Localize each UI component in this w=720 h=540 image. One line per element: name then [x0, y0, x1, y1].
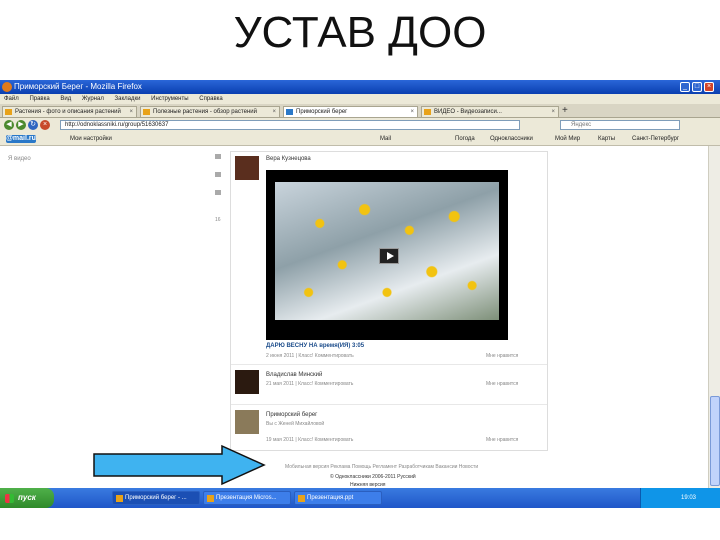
- maximize-button[interactable]: □: [692, 82, 702, 92]
- video-player[interactable]: [266, 170, 508, 340]
- tab-3[interactable]: Приморский берег ×: [283, 106, 418, 117]
- menu-bar: Файл Правка Вид Журнал Закладки Инструме…: [0, 94, 720, 104]
- post-meta: 21 мая 2011 | Класс! Комментировать: [266, 381, 354, 387]
- menu-view[interactable]: Вид: [60, 96, 71, 102]
- bookmark-item[interactable]: Mail: [380, 132, 391, 146]
- tab-label: Полезные растения - обзор растений: [153, 109, 257, 115]
- menu-edit[interactable]: Правка: [29, 96, 49, 102]
- reload-icon[interactable]: ↻: [28, 120, 38, 130]
- tab-close-icon[interactable]: ×: [272, 107, 276, 117]
- stop-icon[interactable]: ×: [40, 120, 50, 130]
- tab-2[interactable]: Полезные растения - обзор растений ×: [140, 106, 280, 117]
- tab-label: ВИДЕО - Видеозаписи...: [434, 109, 502, 115]
- feed: Вера Кузнецова ДАРЮ ВЕСНУ НА время(ИЯ) 3…: [230, 151, 548, 451]
- bookmark-item[interactable]: Карты: [598, 132, 615, 146]
- minimize-button[interactable]: _: [680, 82, 690, 92]
- start-button[interactable]: пуск: [0, 488, 54, 508]
- post-meta: 2 июня 2011 | Класс! Комментировать: [266, 353, 354, 359]
- scrollbar-thumb[interactable]: [710, 396, 720, 486]
- menu-tools[interactable]: Инструменты: [151, 96, 188, 102]
- action-icon[interactable]: [215, 154, 221, 159]
- tab-1[interactable]: Растения - фото и описания растений ×: [2, 106, 137, 117]
- close-button[interactable]: ×: [704, 82, 714, 92]
- avatar[interactable]: [235, 410, 259, 434]
- post-author[interactable]: Вера Кузнецова: [266, 156, 311, 162]
- search-input[interactable]: Яндекс: [560, 120, 680, 130]
- post-author[interactable]: Приморский берег: [266, 412, 317, 418]
- tab-favicon-icon: [424, 109, 431, 115]
- vertical-scrollbar[interactable]: [708, 146, 720, 490]
- avatar[interactable]: [235, 156, 259, 180]
- bookmark-item[interactable]: Мои настройки: [70, 132, 112, 146]
- window-title: Приморский Берег - Mozilla Firefox: [14, 82, 142, 91]
- side-count: 16: [215, 217, 221, 223]
- footer-links[interactable]: Мобильная версия Реклама Помощь Регламен…: [285, 464, 478, 470]
- firefox-icon: [2, 82, 12, 92]
- page-content: Я видео 16 Вера Кузнецова ДАРЮ ВЕСНУ НА …: [0, 146, 708, 490]
- play-icon[interactable]: [379, 248, 399, 264]
- footer-copyright: © Одноклассники 2006-2011 Русский: [330, 474, 416, 480]
- taskbar-item[interactable]: Презентация Micros...: [203, 491, 291, 505]
- menu-file[interactable]: Файл: [4, 96, 19, 102]
- menu-history[interactable]: Журнал: [82, 96, 104, 102]
- menu-help[interactable]: Справка: [199, 96, 223, 102]
- back-icon[interactable]: ◀: [4, 120, 14, 130]
- post-subtitle: Вы с Женей Михайловой: [266, 421, 325, 427]
- tab-favicon-icon: [286, 109, 293, 115]
- address-bar[interactable]: http://odnoklassniki.ru/group/51630637: [60, 120, 520, 130]
- bookmark-item[interactable]: Мой Мир: [555, 132, 580, 146]
- tab-favicon-icon: [5, 109, 12, 115]
- left-action-icons: 16: [215, 154, 225, 226]
- forward-icon[interactable]: ▶: [16, 120, 26, 130]
- action-icon[interactable]: [215, 190, 221, 195]
- taskbar-item[interactable]: Приморский берег - ...: [112, 491, 200, 505]
- divider: [231, 404, 547, 405]
- clock[interactable]: 19:03: [681, 495, 696, 501]
- like-link[interactable]: Мне нравится: [486, 381, 518, 387]
- window-titlebar: Приморский Берег - Mozilla Firefox _ □ ×: [0, 80, 720, 94]
- tab-4[interactable]: ВИДЕО - Видеозаписи... ×: [421, 106, 559, 117]
- tab-close-icon[interactable]: ×: [551, 107, 555, 117]
- tab-favicon-icon: [143, 109, 150, 115]
- video-caption[interactable]: ДАРЮ ВЕСНУ НА время(ИЯ) 3:05: [266, 343, 364, 349]
- mailru-logo[interactable]: @mail.ru: [6, 135, 36, 143]
- action-icon[interactable]: [215, 172, 221, 177]
- tab-close-icon[interactable]: ×: [129, 107, 133, 117]
- bookmark-item[interactable]: Санкт-Петербург: [632, 132, 679, 146]
- menu-bookmarks[interactable]: Закладки: [115, 96, 141, 102]
- tab-label: Приморский берег: [296, 109, 348, 115]
- like-link[interactable]: Мне нравится: [486, 353, 518, 359]
- navigation-bar: ◀ ▶ ↻ × http://odnoklassniki.ru/group/51…: [0, 118, 720, 132]
- post-meta: 19 мая 2011 | Класс! Комментировать: [266, 437, 354, 443]
- post-author[interactable]: Владислав Минский: [266, 372, 322, 378]
- divider: [231, 364, 547, 365]
- avatar[interactable]: [235, 370, 259, 394]
- annotation-arrow-icon: [93, 444, 266, 486]
- left-meta: Я видео: [8, 156, 31, 162]
- new-tab-button[interactable]: +: [562, 105, 568, 116]
- taskbar: пуск Приморский берег - ... Презентация …: [0, 488, 720, 508]
- slide-title: УСТАВ ДОО: [233, 8, 487, 57]
- bookmark-item[interactable]: Погода: [455, 132, 475, 146]
- bookmarks-toolbar: @mail.ru Мои настройки Mail Погода Однок…: [0, 132, 720, 146]
- bookmark-item[interactable]: Одноклассники: [490, 132, 533, 146]
- tab-label: Растения - фото и описания растений: [15, 109, 121, 115]
- tab-close-icon[interactable]: ×: [410, 107, 414, 117]
- system-tray: 19:03: [640, 488, 720, 508]
- tab-bar: Растения - фото и описания растений × По…: [0, 104, 720, 118]
- taskbar-item[interactable]: Презентация.ppt: [294, 491, 382, 505]
- like-link[interactable]: Мне нравится: [486, 437, 518, 443]
